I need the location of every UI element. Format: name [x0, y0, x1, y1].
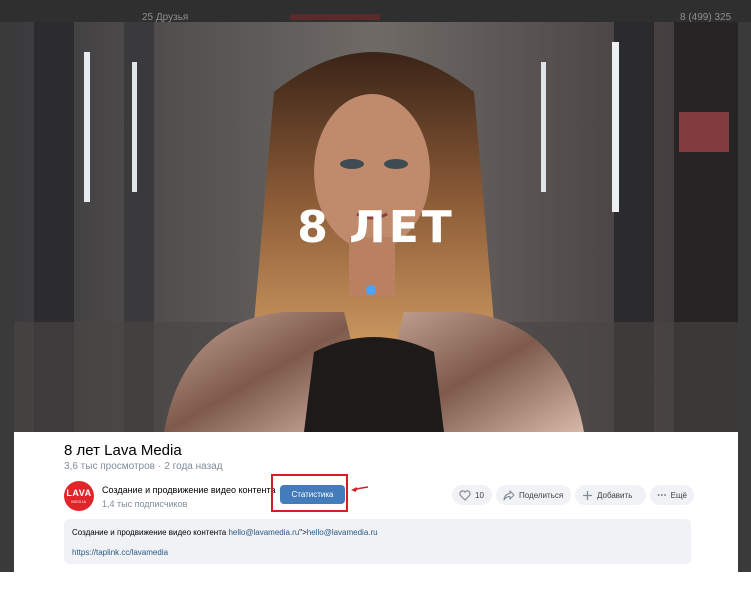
views-count: 3,6 тыс просмотров [64, 461, 155, 472]
add-label: Добавить [597, 490, 633, 500]
taplink-url[interactable]: https://taplink.cc/lavamedia [72, 548, 168, 557]
more-label: Ещё [670, 490, 687, 500]
video-meta: 3,6 тыс просмотров · 2 года назад [64, 461, 223, 472]
more-dots-icon [657, 493, 667, 497]
heart-icon [459, 489, 471, 501]
email-link[interactable]: hello@lavamedia.ru [228, 528, 299, 537]
video-player[interactable]: 8 ЛЕТ [14, 22, 738, 432]
share-button[interactable]: Поделиться [496, 485, 571, 505]
plus-icon [583, 490, 592, 500]
statistics-button[interactable]: Статистика [280, 485, 345, 504]
channel-avatar[interactable]: LAVA MEDIA [64, 481, 94, 511]
red-arrow-annotation [351, 486, 369, 492]
channel-name-link[interactable]: Создание и продвижение видео контента [102, 485, 276, 495]
avatar-logo-subtext: MEDIA [71, 499, 87, 504]
loading-indicator [366, 285, 376, 295]
background-banner [290, 14, 380, 20]
meta-separator: · [158, 461, 162, 472]
share-icon [503, 489, 515, 501]
video-title: 8 лет Lava Media [64, 442, 182, 459]
description-box: Создание и продвижение видео контента he… [64, 519, 691, 564]
email-link-2[interactable]: hello@lavamedia.ru [307, 528, 378, 537]
like-button[interactable]: 10 [452, 485, 492, 505]
posted-date: 2 года назад [164, 461, 223, 472]
like-count: 10 [475, 490, 484, 500]
video-modal: 8 ЛЕТ 8 лет Lava Media 3,6 тыс просмотро… [14, 22, 738, 572]
add-button[interactable]: Добавить [575, 485, 646, 505]
description-markup: "> [299, 528, 307, 537]
video-overlay-title: 8 ЛЕТ [297, 202, 455, 253]
share-label: Поделиться [519, 490, 564, 500]
description-text: Создание и продвижение видео контента he… [72, 528, 378, 537]
description-lead: Создание и продвижение видео контента [72, 528, 229, 537]
more-button[interactable]: Ещё [650, 485, 694, 505]
avatar-logo-text: LAVA [66, 488, 92, 498]
subscriber-count: 1,4 тыс подписчиков [102, 499, 188, 509]
